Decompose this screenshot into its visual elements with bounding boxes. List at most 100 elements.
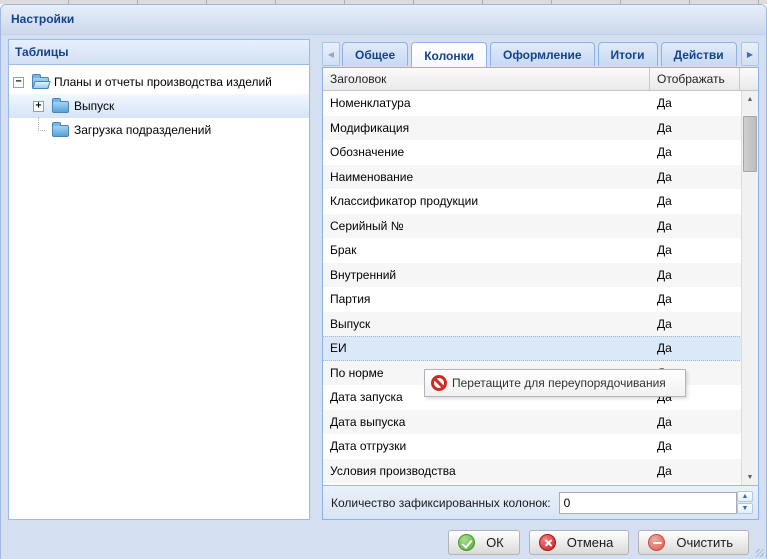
- column-header-display[interactable]: Отображать: [650, 68, 740, 90]
- row-display-cell[interactable]: Да: [650, 145, 740, 159]
- columns-config-panel: ◀ Общее Колонки Оформление Итоги Действи: [322, 39, 759, 520]
- tables-tree: Планы и отчеты производства изделий Выпу…: [9, 65, 309, 142]
- tree-item-label: Загрузка подразделений: [74, 123, 211, 137]
- footer-button[interactable]: Очистить: [638, 530, 749, 555]
- tables-panel-title: Таблицы: [15, 45, 68, 59]
- fixed-columns-spinner: ▲ ▼: [737, 491, 753, 514]
- spinner-down-icon: ▼: [742, 505, 749, 512]
- grid-row[interactable]: Дата выпуска Да: [323, 410, 758, 435]
- button-icon: [458, 534, 475, 551]
- grid-scrollbar[interactable]: ▲ ▼: [741, 91, 758, 485]
- scrollbar-thumb[interactable]: [743, 116, 757, 172]
- spinner-up-button[interactable]: ▲: [737, 491, 753, 502]
- grid-row[interactable]: Серийный № Да: [323, 214, 758, 239]
- grid-row[interactable]: Наименование Да: [323, 165, 758, 190]
- tree-toggle-icon[interactable]: [13, 77, 24, 88]
- row-display-cell[interactable]: Да: [650, 464, 740, 478]
- row-display-cell[interactable]: Да: [650, 243, 740, 257]
- grid-row[interactable]: Дата отгрузки Да: [323, 434, 758, 459]
- tab-scroll-left-button[interactable]: ◀: [322, 42, 340, 66]
- tab-label: Колонки: [424, 49, 474, 63]
- tab[interactable]: Колонки: [411, 42, 487, 67]
- row-title-cell: Дата выпуска: [323, 415, 650, 429]
- resize-handle[interactable]: [756, 549, 764, 557]
- grid-row[interactable]: Номенклатура Да: [323, 91, 758, 116]
- row-display-cell[interactable]: Да: [650, 439, 740, 453]
- scroll-down-icon: ▼: [747, 474, 754, 481]
- footer-button[interactable]: ОК: [448, 530, 520, 555]
- row-title-cell: Номенклатура: [323, 96, 650, 110]
- folder-icon: [32, 77, 49, 89]
- tab[interactable]: Действи: [661, 42, 737, 66]
- row-display-cell[interactable]: Да: [650, 96, 740, 110]
- grid-header: Заголовок Отображать: [323, 68, 758, 91]
- tab-scroll-right-icon: ▶: [747, 50, 753, 59]
- column-header-title[interactable]: Заголовок: [323, 68, 650, 90]
- button-icon: [648, 534, 665, 551]
- row-title-cell: Условия производства: [323, 464, 650, 478]
- row-title-cell: Дата отгрузки: [323, 439, 650, 453]
- drag-tooltip-text: Перетащите для переупорядочивания: [452, 376, 666, 390]
- fixed-columns-toolbar: Количество зафиксированных колонок: ▲ ▼: [323, 485, 758, 519]
- spinner-down-button[interactable]: ▼: [737, 503, 753, 514]
- tree-item[interactable]: Загрузка подразделений: [9, 118, 309, 142]
- scroll-up-button[interactable]: ▲: [742, 91, 758, 107]
- tree-toggle-icon[interactable]: [33, 125, 44, 136]
- tab[interactable]: Оформление: [490, 42, 595, 66]
- tab-scroll-right-button[interactable]: ▶: [741, 42, 759, 66]
- row-title-cell: ЕИ: [323, 341, 650, 355]
- drag-reorder-tooltip: Перетащите для переупорядочивания: [424, 369, 686, 397]
- tree-item[interactable]: Выпуск: [9, 94, 309, 118]
- row-title-cell: Классификатор продукции: [323, 194, 650, 208]
- row-display-cell[interactable]: Да: [650, 292, 740, 306]
- row-title-cell: Обозначение: [323, 145, 650, 159]
- spinner-up-icon: ▲: [742, 493, 749, 500]
- grid-row[interactable]: Условия производства Да: [323, 459, 758, 484]
- folder-icon: [52, 125, 69, 137]
- row-display-cell[interactable]: Да: [650, 415, 740, 429]
- row-display-cell[interactable]: Да: [650, 268, 740, 282]
- tables-panel-header: Таблицы: [9, 40, 309, 65]
- row-title-cell: Партия: [323, 292, 650, 306]
- grid-row[interactable]: Брак Да: [323, 238, 758, 263]
- row-display-cell[interactable]: Да: [650, 194, 740, 208]
- grid-row[interactable]: Модификация Да: [323, 116, 758, 141]
- row-display-cell[interactable]: Да: [650, 219, 740, 233]
- grid-row[interactable]: Выпуск Да: [323, 312, 758, 337]
- tab-label: Оформление: [503, 48, 582, 62]
- row-display-cell[interactable]: Да: [650, 341, 740, 355]
- tab[interactable]: Общее: [342, 42, 408, 66]
- tree-toggle-icon[interactable]: [33, 101, 44, 112]
- tree-item-label: Планы и отчеты производства изделий: [54, 75, 272, 89]
- tab[interactable]: Итоги: [598, 42, 658, 66]
- scroll-down-button[interactable]: ▼: [742, 469, 758, 485]
- no-drop-icon: [431, 375, 447, 391]
- grid-row[interactable]: Классификатор продукции Да: [323, 189, 758, 214]
- footer-button[interactable]: Отмена: [529, 530, 630, 555]
- row-title-cell: Серийный №: [323, 219, 650, 233]
- dialog-titlebar[interactable]: Настройки: [1, 5, 766, 35]
- button-label: ОК: [486, 535, 504, 550]
- grid-row[interactable]: ЕИ Да: [323, 336, 758, 361]
- row-display-cell[interactable]: Да: [650, 317, 740, 331]
- row-title-cell: Наименование: [323, 170, 650, 184]
- tab-label: Действи: [674, 48, 724, 62]
- button-icon: [539, 534, 556, 551]
- row-title-cell: Выпуск: [323, 317, 650, 331]
- row-display-cell[interactable]: Да: [650, 121, 740, 135]
- row-title-cell: Брак: [323, 243, 650, 257]
- button-label: Очистить: [676, 535, 733, 550]
- grid-row[interactable]: Партия Да: [323, 287, 758, 312]
- dialog-title: Настройки: [11, 12, 74, 26]
- folder-icon: [52, 101, 69, 113]
- row-display-cell[interactable]: Да: [650, 170, 740, 184]
- tab-scroll-left-icon: ◀: [328, 50, 334, 59]
- grid-row[interactable]: Обозначение Да: [323, 140, 758, 165]
- scroll-up-icon: ▲: [747, 96, 754, 103]
- tree-item[interactable]: Планы и отчеты производства изделий: [9, 70, 309, 94]
- fixed-columns-input[interactable]: [559, 492, 737, 514]
- button-label: Отмена: [567, 535, 614, 550]
- grid-row[interactable]: Внутренний Да: [323, 263, 758, 288]
- settings-dialog: Настройки Таблицы Планы и отчеты произво…: [0, 4, 767, 559]
- tabstrip: ◀ Общее Колонки Оформление Итоги Действи: [322, 39, 759, 67]
